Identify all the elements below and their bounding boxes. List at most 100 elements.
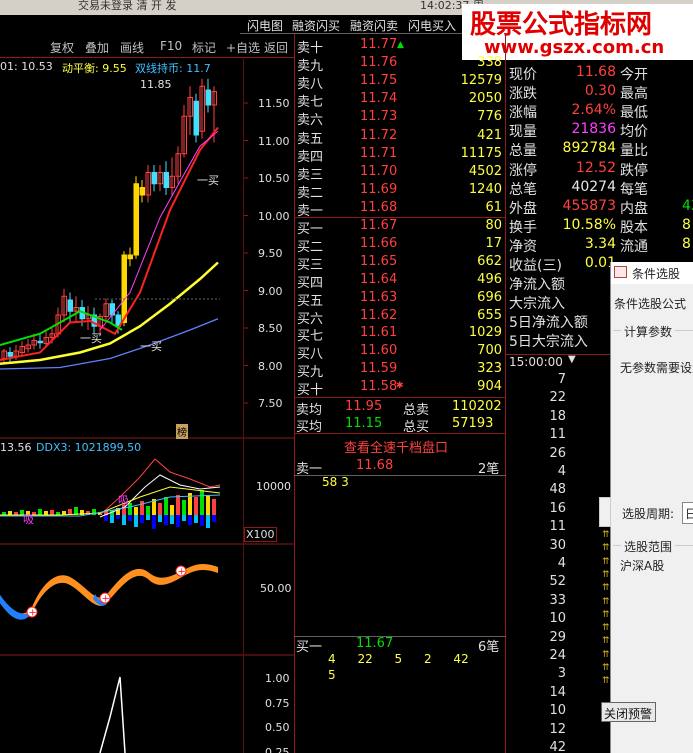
ma-red-line	[0, 126, 219, 361]
tab-margin-flash-buy[interactable]: 融资闪买	[292, 17, 340, 34]
close-alert-button[interactable]: 关闭预警	[601, 702, 656, 722]
total-sell-value: 110202	[452, 399, 502, 414]
bid-level-label: 买九	[297, 365, 324, 381]
tab-flash-buy[interactable]: 闪电买入	[408, 17, 456, 34]
side-arrow-icon: ⇈	[602, 663, 610, 673]
button-add-watchlist[interactable]: +自选	[226, 39, 260, 56]
bid-level-label: 买八	[297, 347, 324, 363]
ask-level-price: 11.76	[360, 55, 398, 71]
ddx-neg-bar	[152, 515, 156, 529]
side-arrow-icon: ⇈	[602, 583, 610, 594]
period-label: 选股周期:	[622, 507, 675, 521]
side-arrow-icon: ⇈	[602, 596, 610, 607]
ask-level-volume: 4502	[468, 163, 502, 179]
info-value: 10.58%	[562, 216, 616, 233]
bid-level-label: 买一	[297, 222, 324, 237]
tick-volume: 16	[549, 500, 566, 516]
dialog-app-icon	[614, 266, 627, 278]
ddx-neg-bar	[200, 515, 204, 526]
ddx-bar	[140, 501, 144, 515]
bid-level-label: 买六	[297, 311, 324, 327]
range-value: 沪深A股	[620, 559, 665, 573]
tick-volume: 11	[549, 427, 566, 443]
bid-level-volume: 655	[477, 307, 502, 323]
trading-terminal: 交易未登录 清 开 发 14:02:37 周一 闪电图 融资闪买 融资闪卖 闪电…	[0, 0, 693, 753]
ddx-bar	[38, 509, 42, 515]
candle-body	[127, 254, 133, 260]
info-label-2: 最高	[620, 86, 648, 103]
tick-volume: 18	[549, 408, 566, 424]
ask-up-arrow-icon: ▲	[397, 40, 404, 50]
button-indicator[interactable]: 标记	[192, 39, 216, 56]
price-axis-label: 8.00	[258, 359, 283, 373]
info-value: 12.52	[575, 159, 616, 176]
news-badge[interactable]: 榜	[176, 424, 188, 439]
queue-buy1-count: 6笔	[478, 640, 500, 655]
moving-average-lines	[0, 126, 219, 370]
bid-level-volume: 662	[477, 253, 502, 269]
tick-volume: 48	[549, 482, 566, 498]
tick-volume: 10	[549, 703, 566, 719]
info-value-2: 8	[682, 216, 691, 233]
info-label: 换手	[509, 219, 537, 236]
queue-sell1-price: 11.68	[356, 458, 394, 473]
dialog-title: 条件选股	[632, 267, 681, 281]
bid-level-price: 11.62	[360, 307, 398, 323]
signal-buy-1: 一买	[197, 174, 219, 187]
ask-level-price: 11.74	[360, 91, 398, 107]
high-price-marker: 11.85	[140, 78, 172, 91]
ddx-bar	[194, 497, 198, 515]
ticks-dropdown-icon[interactable]: ▼	[568, 354, 576, 365]
ask-level-label: 卖七	[297, 95, 324, 111]
info-label: 现价	[509, 67, 537, 83]
price-axis-label: 9.50	[258, 247, 283, 260]
tick-volume: 4	[557, 556, 566, 571]
side-arrow-icon: ⇈	[602, 676, 610, 687]
view-full-depth-link[interactable]: 查看全速千档盘口	[344, 437, 448, 456]
ask-level-volume: 11175	[460, 145, 502, 161]
bid-level-volume: 904	[477, 379, 502, 395]
price-axis-label: 10.00	[258, 209, 290, 223]
candle-body	[139, 187, 145, 196]
ddx-neg-bar	[206, 515, 210, 528]
bid-level-price: 11.58	[360, 379, 398, 395]
button-f10[interactable]: F10	[160, 39, 182, 53]
info-label: 5日大宗流入	[509, 334, 588, 351]
price-axis-label: 10.50	[258, 172, 290, 185]
ask-level-volume: 61	[485, 199, 502, 215]
period-select[interactable]: 日	[682, 502, 693, 524]
side-arrow-icon: ⇈	[602, 636, 610, 647]
unit-x100-badge: X100	[244, 527, 277, 542]
ask-level-price: 11.72	[360, 127, 398, 143]
ddx-neg-bar	[146, 515, 150, 520]
tick-volume: 12	[549, 721, 566, 737]
ask-level-volume: 421	[477, 127, 502, 143]
candlestick-series	[1, 78, 217, 364]
side-arrow-icon: ⇈	[602, 623, 610, 634]
candle-body	[193, 100, 199, 136]
avg-buy-value: 11.15	[345, 416, 383, 431]
tick-volume: 29	[549, 629, 566, 645]
bid-level-volume: 323	[477, 361, 502, 377]
price-readout: 01: 10.53	[0, 60, 53, 73]
tab-margin-flash-sell[interactable]: 融资闪卖	[350, 17, 398, 34]
button-overlay[interactable]: 叠加	[85, 39, 109, 56]
queue-sell1-orders: 58 3	[322, 475, 349, 489]
button-restore-rights[interactable]: 复权	[50, 39, 74, 56]
ask-level-volume: 12579	[460, 73, 502, 89]
function-tabs: 闪电图 融资闪买 融资闪卖 闪电买入	[240, 15, 470, 33]
watermark-url: www.gszx.com.cn	[484, 37, 665, 58]
button-draw-line[interactable]: 画线	[120, 39, 144, 56]
tab-flash-chart[interactable]: 闪电图	[247, 17, 283, 34]
button-back[interactable]: 返回	[264, 39, 288, 56]
bid-star-icon: ✱	[396, 381, 404, 391]
spike-axis-label: 0.25	[265, 745, 290, 753]
bid-level-volume: 80	[485, 218, 502, 233]
ask-level-volume: 338	[477, 55, 502, 71]
info-value: 21836	[571, 121, 616, 138]
tick-volume: 22	[549, 390, 566, 406]
queue-buy1-price: 11.67	[356, 636, 394, 651]
kline-chart-area[interactable]: + + +	[0, 57, 294, 753]
ddx-neg-bar	[188, 515, 192, 525]
bid-level-price: 11.67	[360, 218, 398, 233]
